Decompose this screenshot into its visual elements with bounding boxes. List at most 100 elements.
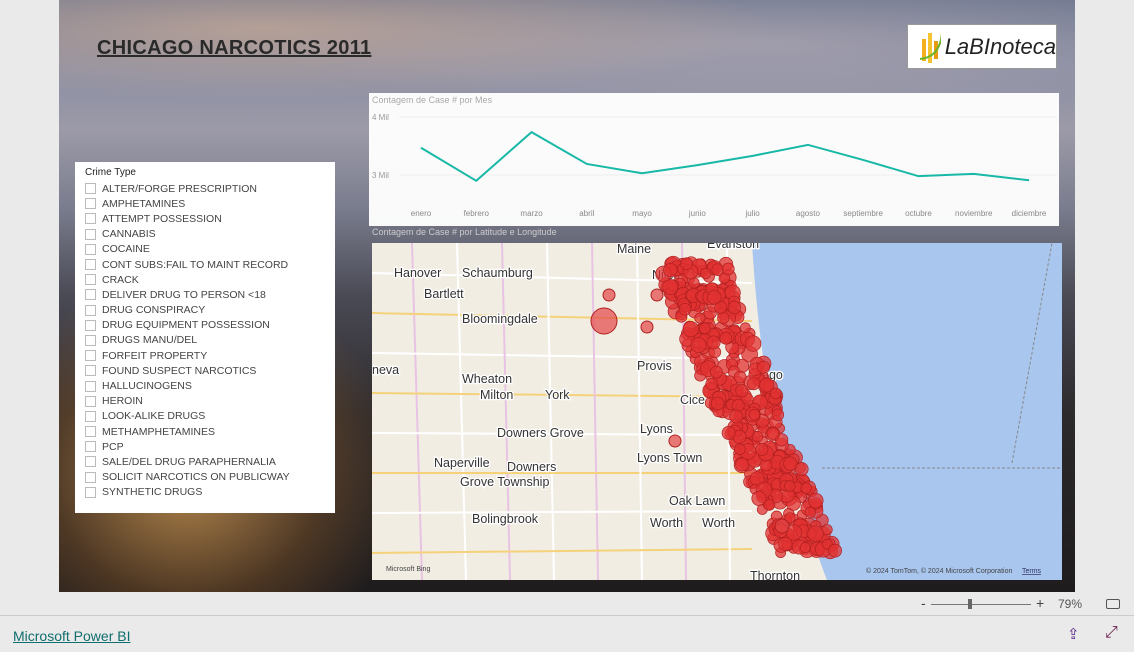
road bbox=[372, 510, 753, 514]
x-tick-label: agosto bbox=[796, 209, 821, 218]
line-chart-visual: Contagem de Case # por Mes 4 Mil 3 Mil ene… bbox=[369, 93, 1059, 226]
x-tick-label: marzo bbox=[520, 209, 543, 218]
slicer-item[interactable]: ATTEMPT POSSESSION bbox=[85, 211, 325, 226]
slicer-item-label: DELIVER DRUG TO PERSON <18 bbox=[102, 288, 266, 301]
slicer-item[interactable]: HALLUCINOGENS bbox=[85, 378, 325, 393]
zoom-out-button[interactable]: - bbox=[921, 595, 926, 611]
crime-point bbox=[751, 490, 767, 506]
crime-type-slicer: Crime Type ALTER/FORGE PRESCRIPTION AMPHE… bbox=[75, 162, 335, 513]
map-city-label: Downers bbox=[507, 460, 556, 474]
crime-point bbox=[800, 482, 812, 494]
fullscreen-icon[interactable]: ⤢ bbox=[1105, 624, 1118, 642]
map-title: Contagem de Case # por Latitude e Longit… bbox=[372, 227, 557, 237]
slicer-item-label: COCAINE bbox=[102, 243, 150, 256]
slicer-item[interactable]: METHAMPHETAMINES bbox=[85, 424, 325, 439]
crime-point bbox=[828, 543, 842, 558]
slicer-item[interactable]: FOUND SUSPECT NARCOTICS bbox=[85, 363, 325, 378]
slicer-item[interactable]: CONT SUBS:FAIL TO MAINT RECORD bbox=[85, 257, 325, 272]
crime-point bbox=[699, 322, 711, 335]
line-chart-title: Contagem de Case # por Mes bbox=[372, 95, 493, 105]
crime-point bbox=[804, 506, 816, 518]
checkbox[interactable] bbox=[85, 243, 96, 255]
share-icon[interactable]: ⇪ bbox=[1067, 625, 1080, 643]
crime-point bbox=[650, 288, 664, 302]
crime-point bbox=[771, 408, 785, 421]
map-canvas[interactable]: HanoverSchaumburgNilesBartlettBloomingda… bbox=[372, 243, 1062, 580]
slicer-item[interactable]: CANNABIS bbox=[85, 227, 325, 242]
checkbox[interactable] bbox=[85, 350, 96, 362]
checkbox[interactable] bbox=[85, 274, 96, 286]
checkbox[interactable] bbox=[85, 426, 96, 438]
crime-point bbox=[668, 434, 682, 448]
x-tick-label: mayo bbox=[632, 209, 652, 218]
map-city-label: Lyons bbox=[640, 422, 673, 436]
slicer-item[interactable]: SALE/DEL DRUG PARAPHERNALIA bbox=[85, 454, 325, 469]
slicer-item[interactable]: CRACK bbox=[85, 272, 325, 287]
checkbox[interactable] bbox=[85, 183, 96, 195]
checkbox[interactable] bbox=[85, 365, 96, 377]
slicer-item-label: CANNABIS bbox=[102, 228, 156, 241]
y-tick-label: 4 Mil bbox=[372, 113, 389, 122]
crime-point bbox=[700, 267, 712, 280]
checkbox[interactable] bbox=[85, 304, 96, 316]
road bbox=[636, 243, 643, 580]
checkbox[interactable] bbox=[85, 410, 96, 422]
map-city-label: Bartlett bbox=[424, 287, 464, 301]
slicer-item[interactable]: SYNTHETIC DRUGS bbox=[85, 485, 325, 500]
crime-point bbox=[721, 262, 735, 276]
slicer-item[interactable]: SOLICIT NARCOTICS ON PUBLICWAY bbox=[85, 470, 325, 485]
zoom-slider[interactable] bbox=[931, 604, 1031, 605]
road bbox=[411, 243, 423, 580]
map-terms-link[interactable]: Terms bbox=[1022, 568, 1042, 575]
checkbox[interactable] bbox=[85, 289, 96, 301]
slicer-item[interactable]: AMPHETAMINES bbox=[85, 196, 325, 211]
checkbox[interactable] bbox=[85, 380, 96, 392]
crime-point bbox=[727, 300, 742, 315]
slicer-item-label: FOUND SUSPECT NARCOTICS bbox=[102, 364, 257, 377]
fit-to-page-icon[interactable] bbox=[1106, 599, 1120, 609]
slicer-item-label: SOLICIT NARCOTICS ON PUBLICWAY bbox=[102, 471, 290, 484]
crime-point bbox=[705, 377, 718, 391]
crime-point bbox=[719, 331, 733, 345]
crime-point bbox=[735, 457, 749, 472]
crime-point bbox=[729, 409, 744, 424]
checkbox[interactable] bbox=[85, 441, 96, 453]
slicer-item[interactable]: HEROIN bbox=[85, 394, 325, 409]
slicer-item[interactable]: COCAINE bbox=[85, 242, 325, 257]
power-bi-link[interactable]: Microsoft Power BI bbox=[13, 628, 130, 644]
checkbox[interactable] bbox=[85, 456, 96, 468]
map-city-label: Worth bbox=[702, 516, 735, 530]
crime-point bbox=[766, 427, 780, 440]
map-city-label: Wheaton bbox=[462, 372, 512, 386]
checkbox[interactable] bbox=[85, 198, 96, 210]
slicer-item[interactable]: FORFEIT PROPERTY bbox=[85, 348, 325, 363]
zoom-in-button[interactable]: + bbox=[1036, 595, 1044, 611]
slicer-item[interactable]: DRUGS MANU/DEL bbox=[85, 333, 325, 348]
checkbox[interactable] bbox=[85, 213, 96, 225]
slicer-item[interactable]: ALTER/FORGE PRESCRIPTION bbox=[85, 181, 325, 196]
crime-point bbox=[755, 443, 769, 456]
map-visual[interactable]: HanoverSchaumburgNilesBartlettBloomingda… bbox=[372, 243, 1062, 580]
checkbox[interactable] bbox=[85, 319, 96, 331]
checkbox[interactable] bbox=[85, 228, 96, 240]
checkbox[interactable] bbox=[85, 395, 96, 407]
map-city-label: neva bbox=[372, 363, 399, 377]
crime-point bbox=[710, 396, 725, 411]
x-tick-label: diciembre bbox=[1012, 209, 1047, 218]
slicer-item[interactable]: DRUG EQUIPMENT POSSESSION bbox=[85, 318, 325, 333]
slicer-item[interactable]: DRUG CONSPIRACY bbox=[85, 303, 325, 318]
slicer-item[interactable]: LOOK-ALIKE DRUGS bbox=[85, 409, 325, 424]
checkbox[interactable] bbox=[85, 259, 96, 271]
checkbox[interactable] bbox=[85, 471, 96, 483]
slicer-item-label: METHAMPHETAMINES bbox=[102, 425, 215, 438]
checkbox[interactable] bbox=[85, 486, 96, 498]
checkbox[interactable] bbox=[85, 334, 96, 346]
crime-point bbox=[663, 262, 678, 278]
slicer-item[interactable]: DELIVER DRUG TO PERSON <18 bbox=[85, 287, 325, 302]
slicer-item[interactable]: PCP bbox=[85, 439, 325, 454]
x-tick-label: julio bbox=[745, 209, 761, 218]
zoom-slider-thumb[interactable] bbox=[968, 599, 972, 609]
slicer-item-label: SALE/DEL DRUG PARAPHERNALIA bbox=[102, 455, 276, 468]
slicer-header: Crime Type bbox=[85, 167, 136, 178]
x-tick-label: septiembre bbox=[843, 209, 883, 218]
